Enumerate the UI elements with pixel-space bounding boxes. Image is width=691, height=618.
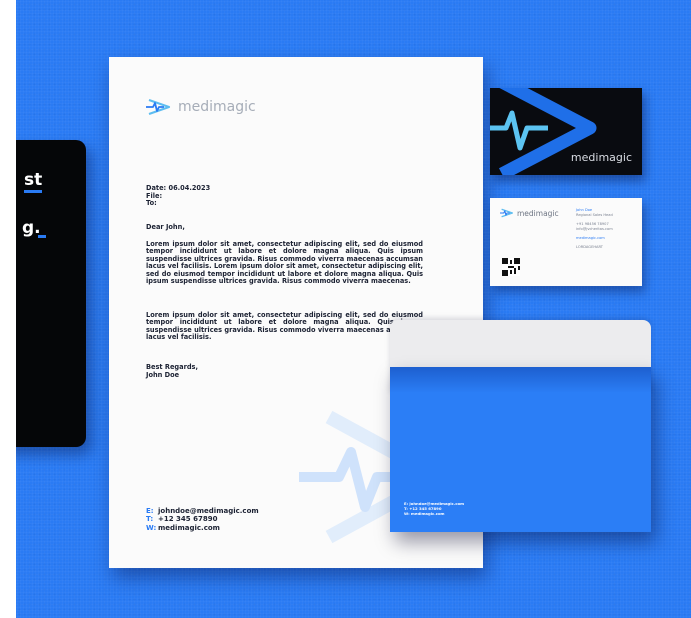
envelope: E: johndoe@medimagic.com T: +12 345 6789… — [390, 367, 651, 532]
qr-code-icon — [502, 258, 520, 276]
dark-card-text-1: st — [24, 170, 43, 190]
envelope-contact: E: johndoe@medimagic.com T: +12 345 6789… — [404, 501, 464, 517]
card-logo-icon — [500, 208, 514, 218]
letter-paragraph-1: Lorem ipsum dolor sit amet, consectetur … — [146, 240, 423, 286]
envelope-web: W: medimagic.com — [404, 511, 445, 517]
letter-paragraph-2: Lorem ipsum dolor sit amet, consectetur … — [146, 311, 423, 342]
letter-file: File: — [146, 191, 163, 200]
letter-closing: Best Regards, — [146, 363, 198, 371]
letterhead-web: medimagic.com — [158, 523, 220, 532]
envelope-opening — [390, 367, 651, 393]
letter-to: To: — [146, 199, 157, 208]
card-front-logo: medimagic — [500, 208, 559, 218]
phone-key: T: — [146, 515, 154, 524]
card-footer: LORDAGEHART — [576, 245, 603, 249]
letterhead-logo: medimagic — [146, 98, 256, 116]
dark-card-underline-1 — [24, 190, 42, 193]
letter-meta: Date: 06.04.2023 File: To: — [146, 184, 423, 208]
dark-card: st g. — [16, 140, 86, 447]
card-back-brand-name: medimagic — [570, 151, 632, 164]
business-card-back: medimagic — [490, 88, 642, 175]
mockup-scene: st g. medimagic Date: 06.04.2023 File: T… — [16, 0, 691, 618]
medimagic-logo-icon — [146, 98, 171, 116]
letterhead-phone: +12 345 67890 — [158, 515, 218, 524]
letterhead-contact: E: johndoe@medimagic.com T: +12 345 67890 … — [146, 507, 259, 532]
web-key: W: — [146, 523, 157, 532]
letter-signature: John Doe — [146, 371, 180, 379]
card-front-brand-name: medimagic — [517, 208, 559, 218]
dark-card-underline-2 — [38, 235, 46, 238]
card-front-details: John Doe Regional Sales Head +91 98456 7… — [576, 208, 613, 250]
letterhead-brand-name: medimagic — [178, 99, 256, 115]
business-card-front: medimagic John Doe Regional Sales Head +… — [490, 198, 642, 286]
letter-greeting: Dear John, — [146, 223, 185, 231]
letterhead-email: johndoe@medimagic.com — [158, 507, 259, 515]
letter-date: Date: 06.04.2023 — [146, 184, 211, 192]
email-key: E: — [146, 507, 154, 515]
card-person-title: Regional Sales Head — [576, 213, 613, 217]
card-email: info@jvcheritas.com — [576, 227, 613, 231]
